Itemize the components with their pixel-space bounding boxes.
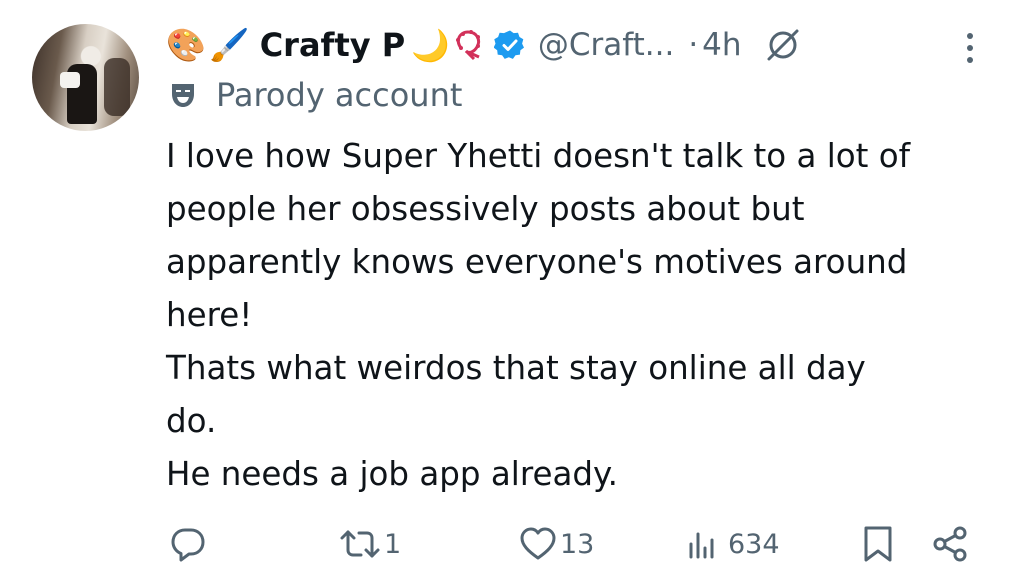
post-text-line: here! — [166, 296, 253, 334]
separator-dot: · — [688, 27, 699, 63]
heart-icon — [520, 527, 556, 560]
post-text-line: apparently knows everyone's motives arou… — [166, 243, 908, 281]
handle[interactable]: @Craft... — [538, 27, 674, 63]
view-count: 634 — [728, 528, 780, 560]
reply-button[interactable] — [168, 524, 210, 564]
reply-icon — [171, 528, 205, 562]
post-text-line: people her obsessively posts about but — [166, 190, 805, 228]
post-text-line: Thats what weirdos that stay online all … — [166, 349, 866, 387]
bookmark-icon — [864, 526, 892, 562]
like-button[interactable]: 13 — [518, 524, 594, 564]
post-text: I love how Super Yhetti doesn't talk to … — [166, 130, 1006, 501]
views-button[interactable]: 634 — [686, 524, 780, 564]
paintbrush-emoji: 🖌️ — [209, 26, 250, 64]
post-text-line: He needs a job app already. — [166, 455, 618, 493]
repost-button[interactable]: 1 — [338, 524, 401, 564]
grok-icon[interactable] — [764, 26, 802, 64]
share-icon — [933, 526, 967, 562]
post-header: 🎨 🖌️ Crafty P 🌙 @Craft... · 4h — [166, 20, 802, 70]
share-button[interactable] — [930, 524, 970, 564]
bookmark-button[interactable] — [858, 524, 898, 564]
post-text-line: I love how Super Yhetti doesn't talk to … — [166, 137, 911, 175]
action-bar: 1 13 634 — [0, 524, 1024, 568]
views-icon — [689, 532, 714, 559]
parody-label-row: Parody account — [170, 76, 462, 114]
repost-icon — [340, 530, 380, 558]
prayer-beads-icon — [455, 30, 480, 61]
repost-count: 1 — [384, 528, 402, 560]
display-name[interactable]: Crafty P — [260, 26, 406, 64]
verified-badge-icon[interactable] — [493, 29, 526, 61]
moon-emoji: 🌙 — [411, 27, 450, 64]
timestamp[interactable]: 4h — [702, 27, 741, 63]
parody-account-label: Parody account — [216, 76, 463, 114]
palette-emoji: 🎨 — [166, 26, 206, 64]
theater-mask-icon — [172, 84, 194, 107]
like-count: 13 — [560, 528, 595, 560]
more-options-icon[interactable] — [960, 28, 980, 68]
post-text-line: do. — [166, 402, 217, 440]
avatar[interactable] — [32, 24, 139, 131]
